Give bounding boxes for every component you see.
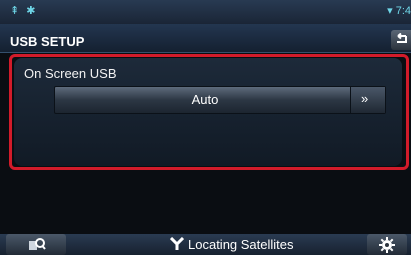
bluetooth-icon: ✱ — [26, 5, 38, 17]
status-bar: ⇞ ✱ ▾ 7:4 — [0, 0, 411, 24]
status-icons-right: ▾ 7:4 — [387, 4, 411, 17]
settings-button[interactable] — [367, 234, 407, 255]
bottom-bar: Locating Satellites — [0, 234, 411, 255]
search-button[interactable] — [6, 234, 66, 255]
gear-icon — [379, 237, 395, 253]
nav-status-text: Locating Satellites — [188, 237, 294, 252]
back-arrow-icon — [397, 33, 407, 43]
wifi-icon: ▾ — [387, 5, 393, 17]
page-title: USB SETUP — [10, 34, 85, 49]
navigation-status: Locating Satellites — [169, 237, 294, 254]
usb-icon: ⇞ — [10, 5, 22, 17]
search-icon — [29, 238, 46, 250]
highlight-frame — [9, 54, 409, 170]
clock: 7:4 — [395, 5, 411, 17]
title-bar: USB SETUP — [0, 24, 411, 53]
signal-antenna-icon — [169, 237, 185, 254]
back-button[interactable] — [391, 30, 411, 50]
status-icons-left: ⇞ ✱ — [10, 4, 38, 17]
